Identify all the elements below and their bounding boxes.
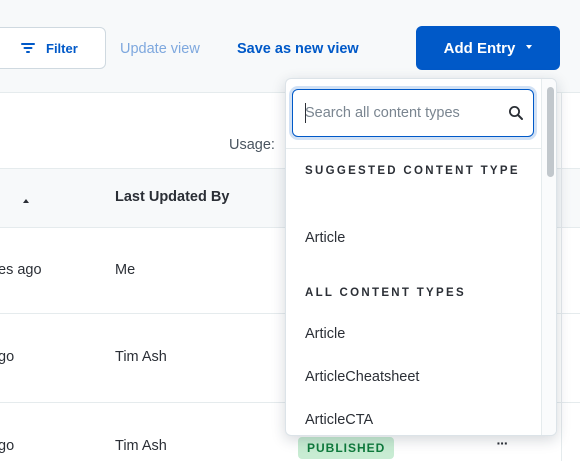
- cell-updated: go: [0, 349, 15, 365]
- save-as-new-view-link[interactable]: Save as new view: [237, 41, 359, 57]
- filter-icon: [21, 43, 35, 53]
- more-actions-icon[interactable]: ···: [493, 433, 511, 453]
- search-field: [292, 89, 534, 137]
- filter-button[interactable]: Filter: [0, 27, 106, 69]
- content-type-dropdown: SUGGESTED CONTENT TYPE Article ALL CONTE…: [285, 78, 557, 436]
- all-content-types-heading: ALL CONTENT TYPES: [305, 287, 466, 299]
- suggested-content-type-heading: SUGGESTED CONTENT TYPE: [305, 165, 520, 177]
- content-type-item-article[interactable]: Article: [305, 326, 345, 342]
- content-type-item-articlecta[interactable]: ArticleCTA: [305, 412, 373, 428]
- filter-label: Filter: [46, 40, 78, 56]
- cell-updated: go: [0, 438, 15, 454]
- cell-updated-by: Me: [115, 262, 136, 278]
- content-type-item-articlecheatsheet[interactable]: ArticleCheatsheet: [305, 369, 419, 385]
- status-badge: PUBLISHED: [298, 437, 395, 459]
- caret-down-icon: [526, 45, 533, 49]
- suggested-item-article[interactable]: Article: [305, 230, 345, 246]
- sort-ascending-icon[interactable]: [23, 199, 29, 203]
- search-input[interactable]: [294, 91, 504, 135]
- column-header-last-updated-by[interactable]: Last Updated By: [115, 189, 229, 205]
- cell-updated: es ago: [0, 262, 42, 278]
- cell-updated-by: Tim Ash: [115, 349, 167, 365]
- text-cursor: [305, 103, 306, 123]
- usage-label: Usage:: [229, 137, 275, 153]
- dropdown-divider: [286, 148, 541, 149]
- column-divider: [561, 92, 562, 461]
- scrollbar-thumb[interactable]: [547, 87, 554, 177]
- cell-updated-by: Tim Ash: [115, 438, 167, 454]
- entries-page: Filter Update view Save as new view Add …: [0, 0, 580, 461]
- search-icon: [509, 106, 523, 120]
- add-entry-label: Add Entry: [443, 39, 516, 57]
- update-view-link[interactable]: Update view: [120, 41, 200, 57]
- add-entry-button[interactable]: Add Entry: [416, 26, 560, 70]
- dropdown-scrollbar[interactable]: [541, 79, 556, 435]
